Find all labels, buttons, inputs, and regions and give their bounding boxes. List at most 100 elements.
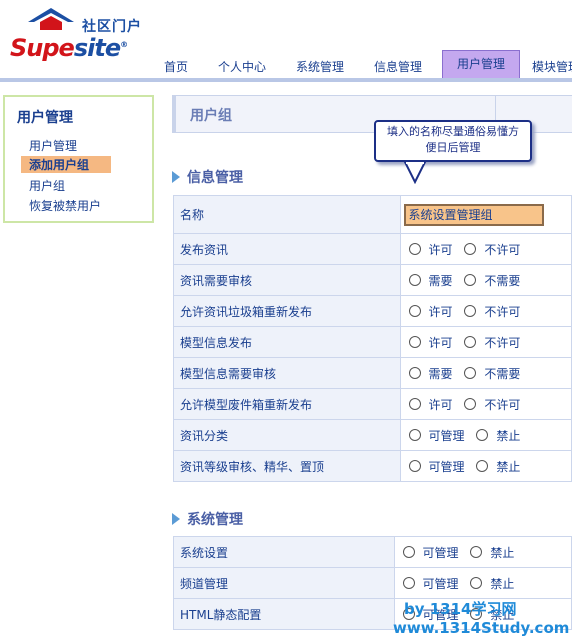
- radio-option[interactable]: 禁止: [470, 544, 514, 561]
- nav-user-management[interactable]: 用户管理: [442, 50, 520, 78]
- radio-group: 许可 不许可: [399, 388, 572, 420]
- sidebar: 用户管理 用户管理 添加用户组 用户组 恢复被禁用户: [3, 95, 154, 223]
- sidebar-item-restore-banned[interactable]: 恢复被禁用户: [29, 197, 101, 214]
- radio-icon[interactable]: [408, 335, 421, 348]
- tooltip-callout: 填入的名称尽量通俗易懂方 便日后管理: [374, 120, 532, 162]
- radio-option[interactable]: 不许可: [464, 241, 520, 258]
- radio-option[interactable]: 可管理: [402, 544, 459, 561]
- field-label: 系统设置: [173, 536, 395, 568]
- radio-icon[interactable]: [464, 304, 477, 317]
- table-row: 模型信息发布 许可 不许可: [173, 326, 572, 358]
- radio-option[interactable]: 禁止: [476, 458, 520, 475]
- table-row: 允许资讯垃圾箱重新发布 许可 不许可: [173, 295, 572, 327]
- field-label: 模型信息发布: [173, 326, 401, 358]
- page-title: 用户组: [190, 108, 232, 124]
- table-row: 资讯等级审核、精华、置顶 可管理 禁止: [173, 450, 572, 482]
- radio-group: 许可 不许可: [399, 326, 572, 358]
- radio-option[interactable]: 可管理: [408, 427, 465, 444]
- table-row: 模型信息需要审核 需要 不需要: [173, 357, 572, 389]
- radio-icon[interactable]: [408, 459, 421, 472]
- sidebar-item-user-group[interactable]: 用户组: [29, 177, 65, 194]
- radio-option[interactable]: 许可: [408, 396, 453, 413]
- radio-group: 可管理 禁止: [399, 450, 572, 482]
- field-label: 允许资讯垃圾箱重新发布: [173, 295, 401, 327]
- radio-option[interactable]: 禁止: [476, 427, 520, 444]
- table-row: 系统设置 可管理 禁止: [173, 536, 572, 568]
- radio-group: 可管理 禁止: [393, 536, 572, 568]
- radio-group: 可管理 禁止: [399, 419, 572, 451]
- radio-group: 许可 不许可: [399, 233, 572, 265]
- info-management-table: 名称 系统设置管理组 发布资讯 许可 不许可 资讯需要审核 需要 不需要 允许资…: [173, 195, 572, 482]
- group-name-input[interactable]: 系统设置管理组: [403, 203, 544, 226]
- radio-group: 可管理 禁止: [393, 567, 572, 599]
- radio-icon[interactable]: [470, 545, 483, 558]
- radio-option[interactable]: 可管理: [402, 575, 459, 592]
- radio-option[interactable]: 不许可: [464, 396, 520, 413]
- radio-option[interactable]: 不许可: [464, 303, 520, 320]
- logo-subtitle: 社区门户: [82, 19, 142, 35]
- radio-option[interactable]: 禁止: [470, 575, 514, 592]
- radio-group: 许可 不许可: [399, 295, 572, 327]
- nav-divider: [0, 78, 572, 82]
- tooltip-line1: 填入的名称尽量通俗易懂方: [387, 125, 519, 138]
- radio-option[interactable]: 需要: [408, 365, 453, 382]
- radio-group: 需要 不需要: [399, 264, 572, 296]
- table-row: 资讯分类 可管理 禁止: [173, 419, 572, 451]
- radio-icon[interactable]: [464, 335, 477, 348]
- radio-option[interactable]: 许可: [408, 334, 453, 351]
- field-label: 资讯等级审核、精华、置顶: [173, 450, 401, 482]
- radio-option[interactable]: 不需要: [464, 272, 520, 289]
- watermark-line2: www.1314Study.com: [393, 619, 570, 637]
- radio-option[interactable]: 可管理: [408, 458, 465, 475]
- radio-icon[interactable]: [408, 273, 421, 286]
- field-label: 发布资讯: [173, 233, 401, 265]
- field-label: 频道管理: [173, 567, 395, 599]
- radio-option[interactable]: 不许可: [464, 334, 520, 351]
- table-row: 频道管理 可管理 禁止: [173, 567, 572, 599]
- nav-home[interactable]: 首页: [164, 58, 188, 75]
- name-cell: 系统设置管理组: [399, 195, 572, 234]
- radio-icon[interactable]: [408, 366, 421, 379]
- radio-icon[interactable]: [464, 366, 477, 379]
- table-row: 发布资讯 许可 不许可: [173, 233, 572, 265]
- tooltip-pointer-icon: [403, 162, 427, 184]
- radio-option[interactable]: 许可: [408, 303, 453, 320]
- radio-group: 需要 不需要: [399, 357, 572, 389]
- radio-icon[interactable]: [408, 428, 421, 441]
- logo[interactable]: 社区门户 Supesite®: [10, 4, 142, 66]
- sidebar-item-user-management[interactable]: 用户管理: [29, 137, 77, 154]
- field-label: 模型信息需要审核: [173, 357, 401, 389]
- watermark-line1: by 1314学习网: [404, 600, 517, 618]
- tooltip-line2: 便日后管理: [425, 141, 481, 154]
- field-label-name: 名称: [173, 195, 401, 234]
- field-label: 资讯分类: [173, 419, 401, 451]
- radio-icon[interactable]: [408, 397, 421, 410]
- nav-system-management[interactable]: 系统管理: [296, 58, 344, 75]
- section-arrow-icon: [172, 171, 180, 183]
- sidebar-item-add-user-group[interactable]: 添加用户组: [21, 156, 111, 173]
- sidebar-title: 用户管理: [17, 110, 73, 126]
- radio-icon[interactable]: [464, 273, 477, 286]
- field-label: HTML静态配置: [173, 598, 395, 630]
- radio-option[interactable]: 许可: [408, 241, 453, 258]
- radio-option[interactable]: 不需要: [464, 365, 520, 382]
- table-row: 允许模型废件箱重新发布 许可 不许可: [173, 388, 572, 420]
- radio-icon[interactable]: [464, 397, 477, 410]
- radio-icon[interactable]: [470, 576, 483, 589]
- radio-icon[interactable]: [402, 576, 415, 589]
- radio-icon[interactable]: [408, 304, 421, 317]
- nav-module-management[interactable]: 模块管理: [532, 58, 572, 75]
- section-system-title: 系统管理: [172, 509, 243, 529]
- logo-wordmark: Supesite®: [10, 34, 128, 62]
- radio-icon[interactable]: [408, 242, 421, 255]
- nav-personal-center[interactable]: 个人中心: [218, 58, 266, 75]
- section-arrow-icon: [172, 513, 180, 525]
- section-info-title: 信息管理: [172, 167, 243, 187]
- table-row: 资讯需要审核 需要 不需要: [173, 264, 572, 296]
- radio-icon[interactable]: [476, 459, 489, 472]
- radio-option[interactable]: 需要: [408, 272, 453, 289]
- radio-icon[interactable]: [464, 242, 477, 255]
- nav-info-management[interactable]: 信息管理: [374, 58, 422, 75]
- radio-icon[interactable]: [476, 428, 489, 441]
- radio-icon[interactable]: [402, 545, 415, 558]
